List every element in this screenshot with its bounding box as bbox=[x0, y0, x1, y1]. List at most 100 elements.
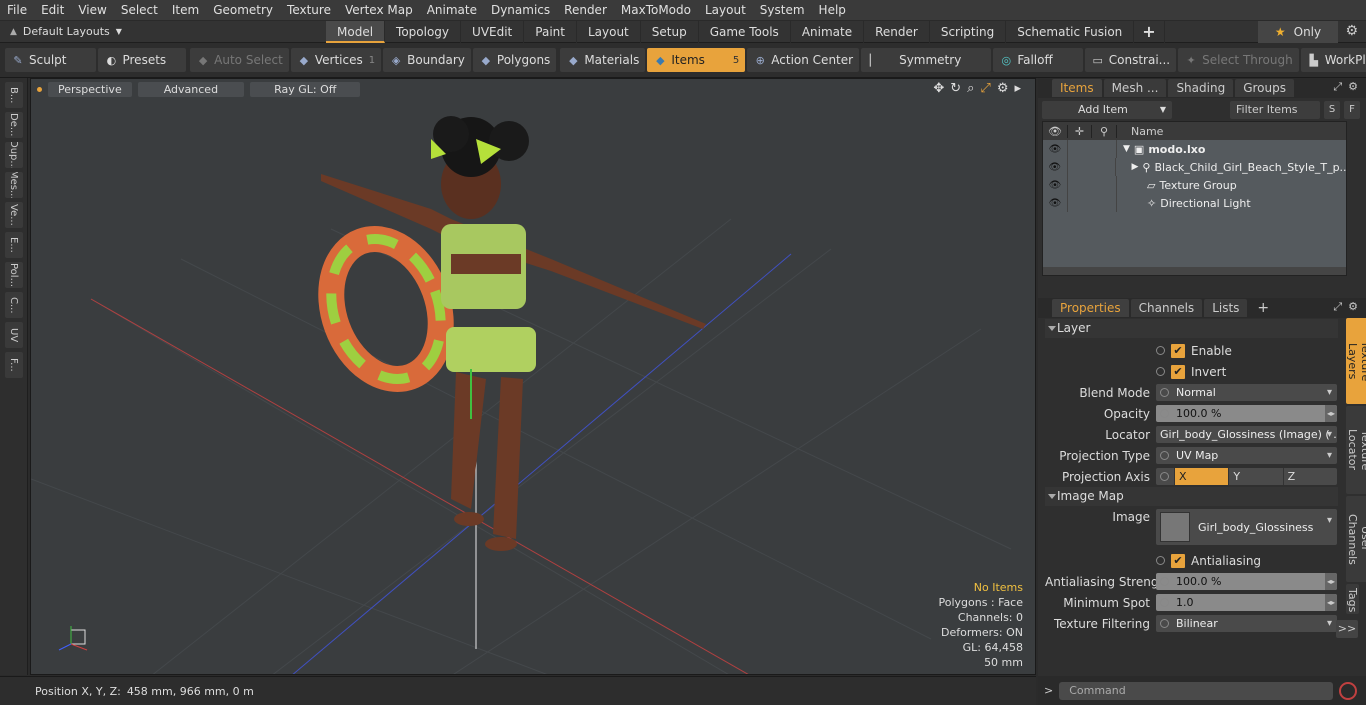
3d-viewport[interactable]: Perspective Advanced Ray GL: Off ✥ ↻ ⌕ ⤢… bbox=[30, 78, 1036, 675]
panel-gear-icon[interactable]: ⚙ bbox=[1348, 300, 1358, 314]
layout-selector[interactable]: ▲ Default Layouts ▼ bbox=[0, 25, 326, 38]
tex-filter-select[interactable]: Bilinear bbox=[1156, 615, 1337, 632]
perspective-button[interactable]: Perspective bbox=[48, 81, 132, 97]
vtab-tags[interactable]: Tags bbox=[1346, 584, 1359, 614]
menu-item[interactable]: Item bbox=[165, 3, 206, 17]
tab-paint[interactable]: Paint bbox=[524, 20, 577, 43]
image-select[interactable]: Girl_body_Glossiness bbox=[1156, 509, 1337, 545]
enable-checkbox[interactable]: ✔ Enable bbox=[1156, 343, 1232, 358]
tab-schematic-fusion[interactable]: Schematic Fusion bbox=[1006, 20, 1135, 43]
maximize-icon[interactable]: ⤢ bbox=[980, 81, 990, 96]
symmetry-button[interactable]: ▏ Symmetry bbox=[861, 48, 992, 72]
tab-topology[interactable]: Topology bbox=[385, 20, 462, 43]
menu-texture[interactable]: Texture bbox=[280, 3, 338, 17]
vtab-user-channels[interactable]: User Channels bbox=[1346, 496, 1366, 582]
tree-row[interactable]: 👁 ▱ Texture Group bbox=[1043, 176, 1346, 194]
menu-file[interactable]: File bbox=[0, 3, 34, 17]
add-item-button[interactable]: Add Item ▼ bbox=[1042, 101, 1172, 119]
vtab-texture-layers[interactable]: Texture Layers bbox=[1346, 318, 1366, 404]
menu-help[interactable]: Help bbox=[812, 3, 853, 17]
add-tab-button[interactable]: + bbox=[1249, 299, 1277, 317]
menu-animate[interactable]: Animate bbox=[420, 3, 484, 17]
min-spot-slider[interactable]: 1.0 ◂▸ bbox=[1156, 594, 1337, 611]
left-tab-uv[interactable]: UV bbox=[4, 322, 23, 348]
more-button[interactable]: >> bbox=[1336, 620, 1358, 638]
aa-strength-slider[interactable]: 100.0 % ◂▸ bbox=[1156, 573, 1337, 590]
advanced-button[interactable]: Advanced bbox=[137, 81, 245, 97]
left-tab-mesh[interactable]: Mes... bbox=[4, 172, 23, 198]
visibility-eye-icon[interactable]: 👁 bbox=[1043, 162, 1067, 173]
tab-lists[interactable]: Lists bbox=[1204, 299, 1248, 317]
sculpt-button[interactable]: ✎ Sculpt bbox=[5, 48, 97, 72]
left-tab-edge[interactable]: E... bbox=[4, 232, 23, 258]
tab-shading[interactable]: Shading bbox=[1168, 79, 1234, 97]
pan-icon[interactable]: ✥ bbox=[933, 81, 944, 96]
menu-layout[interactable]: Layout bbox=[698, 3, 753, 17]
raygl-button[interactable]: Ray GL: Off bbox=[250, 81, 361, 97]
command-input[interactable]: Command bbox=[1059, 681, 1334, 700]
tree-row[interactable]: 👁 ▼ ▣ modo.lxo bbox=[1043, 140, 1346, 158]
menu-vertex-map[interactable]: Vertex Map bbox=[338, 3, 420, 17]
add-tab-button[interactable]: + bbox=[1134, 20, 1165, 43]
menu-render[interactable]: Render bbox=[557, 3, 614, 17]
left-tab-duplicate[interactable]: Dup... bbox=[4, 142, 23, 168]
visibility-eye-icon[interactable]: 👁 bbox=[1043, 180, 1067, 191]
tab-items[interactable]: Items bbox=[1052, 79, 1102, 97]
tab-layout[interactable]: Layout bbox=[577, 20, 641, 43]
panel-gear-icon[interactable]: ⚙ bbox=[1348, 80, 1358, 94]
tab-scripting[interactable]: Scripting bbox=[930, 20, 1007, 43]
zoom-icon[interactable]: ⌕ bbox=[967, 81, 974, 96]
filter-items-input[interactable]: Filter Items bbox=[1230, 101, 1320, 119]
left-tab-basic[interactable]: B... bbox=[4, 82, 23, 108]
expand-triangle-icon[interactable]: ▼ bbox=[1117, 144, 1134, 154]
horizontal-scrollbar[interactable] bbox=[1043, 267, 1346, 275]
menu-maxtomodo[interactable]: MaxToModo bbox=[614, 3, 698, 17]
tab-groups[interactable]: Groups bbox=[1235, 79, 1294, 97]
axis-y-button[interactable]: Y bbox=[1228, 468, 1282, 485]
presets-button[interactable]: ◐ Presets bbox=[98, 48, 187, 72]
left-tab-fusion[interactable]: F... bbox=[4, 352, 23, 378]
tab-render[interactable]: Render bbox=[864, 20, 930, 43]
axis-z-button[interactable]: Z bbox=[1282, 468, 1337, 485]
f-button[interactable]: F bbox=[1344, 101, 1360, 119]
left-tab-curve[interactable]: C... bbox=[4, 292, 23, 318]
tab-mesh[interactable]: Mesh ... bbox=[1103, 79, 1167, 97]
opacity-slider[interactable]: 100.0 % ◂▸ bbox=[1156, 405, 1337, 422]
expand-arrow-icon[interactable]: ▸ bbox=[1014, 81, 1021, 96]
menu-system[interactable]: System bbox=[753, 3, 812, 17]
tab-model[interactable]: Model bbox=[326, 20, 386, 43]
tree-row[interactable]: 👁 ▶ ⚲ Black_Child_Girl_Beach_Style_T_p..… bbox=[1043, 158, 1346, 176]
menu-edit[interactable]: Edit bbox=[34, 3, 71, 17]
maximize-panel-icon[interactable]: ⤢ bbox=[1333, 300, 1342, 314]
maximize-panel-icon[interactable]: ⤢ bbox=[1333, 80, 1342, 94]
record-icon[interactable] bbox=[1339, 681, 1358, 700]
items-button[interactable]: ◆ Items 5 bbox=[647, 48, 746, 72]
slider-arrows-icon[interactable]: ◂▸ bbox=[1325, 405, 1337, 422]
auto-select-button[interactable]: ◆ Auto Select bbox=[190, 48, 289, 72]
menu-geometry[interactable]: Geometry bbox=[206, 3, 280, 17]
menu-select[interactable]: Select bbox=[114, 3, 165, 17]
polygons-button[interactable]: ◆ Polygons bbox=[472, 48, 557, 72]
visibility-eye-icon[interactable]: 👁 bbox=[1043, 144, 1067, 155]
locator-select[interactable]: Girl_body_Glossiness (Image) ( ... bbox=[1156, 426, 1337, 443]
rotate-icon[interactable]: ↻ bbox=[950, 81, 961, 96]
projection-type-select[interactable]: UV Map bbox=[1156, 447, 1337, 464]
menu-dynamics[interactable]: Dynamics bbox=[484, 3, 557, 17]
boundary-button[interactable]: ◈ Boundary bbox=[383, 48, 471, 72]
materials-button[interactable]: ◆ Materials bbox=[560, 48, 646, 72]
slider-arrows-icon[interactable]: ◂▸ bbox=[1325, 594, 1337, 611]
left-tab-vertex[interactable]: Ve... bbox=[4, 202, 23, 228]
falloff-button[interactable]: ◎ Falloff bbox=[993, 48, 1083, 72]
tab-setup[interactable]: Setup bbox=[641, 20, 699, 43]
vtab-texture-locator[interactable]: Texture Locator bbox=[1346, 406, 1366, 494]
left-tab-deform[interactable]: De... bbox=[4, 112, 23, 138]
visibility-eye-icon[interactable]: 👁 bbox=[1043, 198, 1067, 209]
invert-checkbox[interactable]: ✔ Invert bbox=[1156, 364, 1226, 379]
viewport-settings-icon[interactable]: ⚙ bbox=[997, 81, 1009, 96]
layer-section[interactable]: Layer bbox=[1045, 319, 1338, 338]
tab-game-tools[interactable]: Game Tools bbox=[699, 20, 791, 43]
slider-arrows-icon[interactable]: ◂▸ bbox=[1325, 573, 1337, 590]
constraints-button[interactable]: ▭ Constrai... bbox=[1084, 48, 1177, 72]
tab-uvedit[interactable]: UVEdit bbox=[461, 20, 525, 43]
axis-x-button[interactable]: X bbox=[1174, 468, 1229, 485]
